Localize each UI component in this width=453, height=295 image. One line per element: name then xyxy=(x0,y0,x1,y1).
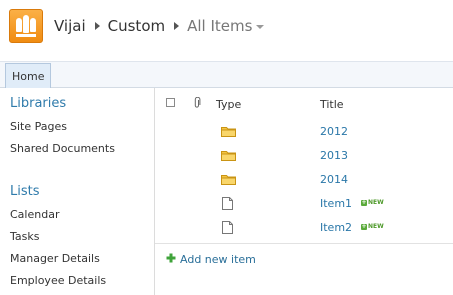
select-all-checkbox[interactable] xyxy=(166,98,175,107)
column-header-title[interactable]: Title xyxy=(320,98,344,111)
list-divider xyxy=(155,243,453,244)
breadcrumb-separator-icon xyxy=(94,22,100,30)
nav-item-shared-documents[interactable]: Shared Documents xyxy=(10,142,115,155)
new-plus-icon: + xyxy=(361,198,367,206)
chevron-down-icon[interactable] xyxy=(256,25,265,29)
folder-icon xyxy=(221,151,236,161)
list-item-title-link[interactable]: Item2 xyxy=(320,221,352,234)
nav-heading-lists[interactable]: Lists xyxy=(10,184,40,199)
list-item-title-link[interactable]: 2013 xyxy=(320,149,348,162)
site-logo-icon[interactable] xyxy=(9,9,43,43)
new-plus-icon: + xyxy=(361,222,367,230)
document-icon xyxy=(222,221,233,234)
nav-item-site-pages[interactable]: Site Pages xyxy=(10,120,67,133)
nav-item-manager-details[interactable]: Manager Details xyxy=(10,252,100,265)
breadcrumb: Vijai Custom All Items xyxy=(54,14,265,38)
breadcrumb-separator-icon xyxy=(174,22,180,30)
breadcrumb-site-link[interactable]: Vijai xyxy=(54,17,86,35)
list-item-title-link[interactable]: 2014 xyxy=(320,173,348,186)
list-view: Type Title 2012 2013 2014 Item1 + NEW It… xyxy=(155,88,453,295)
list-item-title-link[interactable]: Item1 xyxy=(320,197,352,210)
list-item-title-link[interactable]: 2012 xyxy=(320,125,348,138)
nav-item-calendar[interactable]: Calendar xyxy=(10,208,59,221)
nav-heading-libraries[interactable]: Libraries xyxy=(10,96,66,111)
folder-icon xyxy=(221,127,236,137)
attachment-icon xyxy=(194,97,201,108)
view-selector[interactable]: All Items xyxy=(187,17,252,35)
quick-launch: Libraries Site Pages Shared Documents Li… xyxy=(0,88,155,295)
nav-item-employee-details[interactable]: Employee Details xyxy=(10,274,106,287)
folder-icon xyxy=(221,175,236,185)
document-icon xyxy=(222,197,233,210)
new-badge: + NEW xyxy=(361,222,384,230)
sharepoint-page: Vijai Custom All Items Home Libraries Si… xyxy=(0,0,453,295)
new-badge: + NEW xyxy=(361,198,384,206)
ribbon: Home xyxy=(0,61,453,88)
add-new-item-link[interactable]: Add new item xyxy=(180,253,256,266)
add-icon[interactable] xyxy=(166,253,176,263)
tab-home[interactable]: Home xyxy=(5,63,52,88)
column-header-type[interactable]: Type xyxy=(216,98,241,111)
nav-item-tasks[interactable]: Tasks xyxy=(10,230,39,243)
breadcrumb-list-link[interactable]: Custom xyxy=(108,17,165,35)
site-header: Vijai Custom All Items xyxy=(0,0,453,56)
